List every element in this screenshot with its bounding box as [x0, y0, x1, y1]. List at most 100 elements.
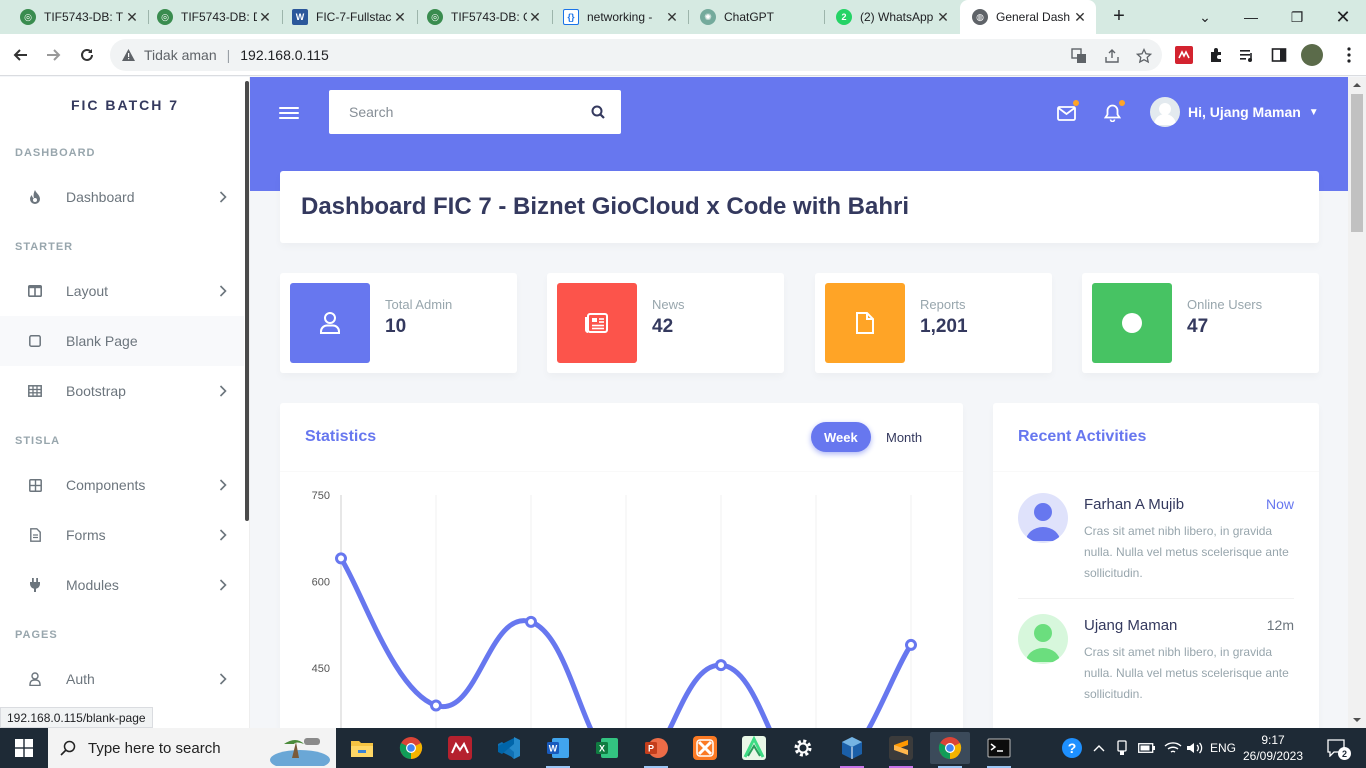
sidebar-item-bootstrap[interactable]: Bootstrap	[0, 366, 244, 416]
envelope-icon[interactable]	[1055, 100, 1079, 124]
search-icon[interactable]	[575, 105, 621, 119]
virtualbox-icon[interactable]	[832, 732, 872, 768]
media-control-icon[interactable]	[1238, 46, 1256, 64]
excel-icon[interactable]: X	[587, 732, 627, 764]
plug-icon	[25, 578, 45, 592]
usb-device-icon[interactable]	[1112, 728, 1132, 768]
minimize-icon[interactable]: —	[1228, 0, 1274, 34]
avatar	[1018, 493, 1068, 543]
browser-tab-bar: ◎ TIF5743-DB: T ✕ ◎ TIF5743-DB: D ✕ W FI…	[0, 0, 1366, 34]
mendeley-extension-icon[interactable]	[1175, 46, 1193, 64]
vscode-icon[interactable]	[489, 732, 529, 764]
wifi-icon[interactable]	[1162, 728, 1184, 768]
restore-icon[interactable]: ❐	[1274, 0, 1320, 34]
word-icon[interactable]: W	[538, 732, 578, 768]
toggle-week-button[interactable]: Week	[811, 422, 871, 452]
browser-tab[interactable]: W FIC-7-Fullstac ✕	[280, 0, 416, 34]
mendeley-icon[interactable]	[440, 732, 480, 764]
moodle-icon: ◎	[20, 9, 36, 25]
notification-center-icon[interactable]: 2	[1318, 728, 1354, 768]
address-bar[interactable]: Tidak aman | 192.168.0.115	[110, 39, 1162, 71]
th-large-icon	[25, 385, 45, 397]
close-tab-icon[interactable]: ✕	[1072, 9, 1088, 26]
language-indicator[interactable]: ENG	[1206, 728, 1240, 768]
chrome-active-icon[interactable]	[930, 732, 970, 768]
chatgpt-icon: ✺	[700, 9, 716, 25]
close-tab-icon[interactable]: ✕	[124, 9, 140, 26]
bookmark-star-icon[interactable]	[1135, 47, 1153, 65]
chart-data-point[interactable]	[525, 615, 537, 628]
card-title: Statistics	[305, 428, 377, 445]
chart-data-point[interactable]	[430, 699, 442, 712]
sidebar-item-auth[interactable]: Auth	[0, 654, 244, 704]
tab-search-icon[interactable]: ⌄	[1182, 0, 1228, 34]
sidebar-item-components[interactable]: Components	[0, 460, 244, 510]
windows-start-icon[interactable]	[0, 728, 48, 768]
sidebar-brand[interactable]: FIC BATCH 7	[0, 97, 250, 113]
show-hidden-icons-icon[interactable]	[1090, 728, 1108, 768]
stat-card-total-admin: Total Admin 10	[280, 273, 517, 373]
close-tab-icon[interactable]: ✕	[527, 9, 543, 26]
activity-item: Ujang Maman 12m Cras sit amet nibh liber…	[1018, 614, 1294, 714]
sidebar-scrollbar[interactable]	[245, 81, 249, 521]
sidebar-item-blank-page[interactable]: Blank Page	[0, 316, 244, 366]
svg-text:?: ?	[1068, 740, 1077, 756]
card-header: Recent Activities	[993, 403, 1319, 472]
new-tab-button[interactable]: +	[1108, 5, 1130, 27]
sidebar-item-modules[interactable]: Modules	[0, 560, 244, 610]
file-explorer-icon[interactable]	[342, 732, 382, 764]
help-icon[interactable]: ?	[1058, 728, 1086, 768]
notification-count-badge: 2	[1338, 747, 1351, 760]
close-tab-icon[interactable]: ✕	[935, 9, 951, 26]
hamburger-menu-icon[interactable]	[279, 104, 299, 122]
chart-data-point[interactable]	[715, 659, 727, 672]
bell-icon[interactable]	[1101, 100, 1125, 124]
close-tab-icon[interactable]: ✕	[257, 9, 273, 26]
browser-tab[interactable]: ◎ TIF5743-DB: T ✕	[8, 0, 148, 34]
close-tab-icon[interactable]: ✕	[392, 9, 408, 26]
extensions-icon[interactable]	[1207, 46, 1225, 64]
taskbar-clock[interactable]: 9:17 26/09/2023	[1240, 732, 1306, 764]
back-icon[interactable]	[7, 42, 33, 68]
statistics-card: Statistics Week Month 750 600 450	[280, 403, 963, 728]
reload-icon[interactable]	[74, 42, 100, 68]
share-icon[interactable]	[1103, 47, 1121, 65]
browser-tab-active[interactable]: ◍ General Dash ✕	[960, 0, 1096, 34]
browser-tab[interactable]: ✺ ChatGPT	[688, 0, 825, 34]
menu-dots-icon[interactable]	[1340, 46, 1358, 64]
taskbar-search[interactable]: Type here to search	[48, 728, 336, 768]
android-studio-icon[interactable]	[734, 732, 774, 764]
browser-tab[interactable]: ◎ TIF5743-DB: D ✕	[145, 0, 281, 34]
scrollbar-thumb[interactable]	[1351, 94, 1363, 232]
user-dropdown[interactable]: Hi, Ujang Maman ▼	[1150, 97, 1319, 127]
settings-gear-icon[interactable]	[783, 732, 823, 764]
sidebar-item-dashboard[interactable]: Dashboard	[0, 172, 244, 222]
close-tab-icon[interactable]: ✕	[664, 9, 680, 26]
volume-icon[interactable]	[1184, 728, 1206, 768]
page-scrollbar[interactable]	[1348, 77, 1366, 728]
sidebar-item-forms[interactable]: Forms	[0, 510, 244, 560]
url-text: 192.168.0.115	[240, 47, 329, 63]
chart-data-point[interactable]	[335, 552, 347, 565]
close-window-icon[interactable]: ✕	[1320, 0, 1366, 34]
chrome-icon[interactable]	[391, 732, 431, 764]
browser-tab[interactable]: ◎ TIF5743-DB: C ✕	[415, 0, 551, 34]
warning-icon[interactable]	[120, 47, 136, 63]
search-input[interactable]	[329, 90, 575, 134]
forward-icon[interactable]	[41, 42, 67, 68]
chevron-right-icon	[214, 673, 232, 685]
terminal-icon[interactable]	[979, 732, 1019, 768]
chart-y-tick-label: 450	[312, 663, 330, 675]
side-panel-icon[interactable]	[1270, 46, 1288, 64]
browser-tab[interactable]: {} networking - ✕	[551, 0, 688, 34]
profile-avatar[interactable]	[1301, 44, 1323, 66]
sublime-icon[interactable]	[881, 732, 921, 768]
translate-icon[interactable]	[1070, 47, 1088, 65]
chart-data-point[interactable]	[905, 638, 917, 651]
browser-tab[interactable]: 2 (2) WhatsApp ✕	[824, 0, 959, 34]
sidebar-item-layout[interactable]: Layout	[0, 266, 244, 316]
xampp-icon[interactable]	[685, 732, 725, 764]
toggle-month-button[interactable]: Month	[873, 422, 935, 452]
powerpoint-icon[interactable]: P	[636, 732, 676, 768]
battery-icon[interactable]	[1136, 728, 1158, 768]
